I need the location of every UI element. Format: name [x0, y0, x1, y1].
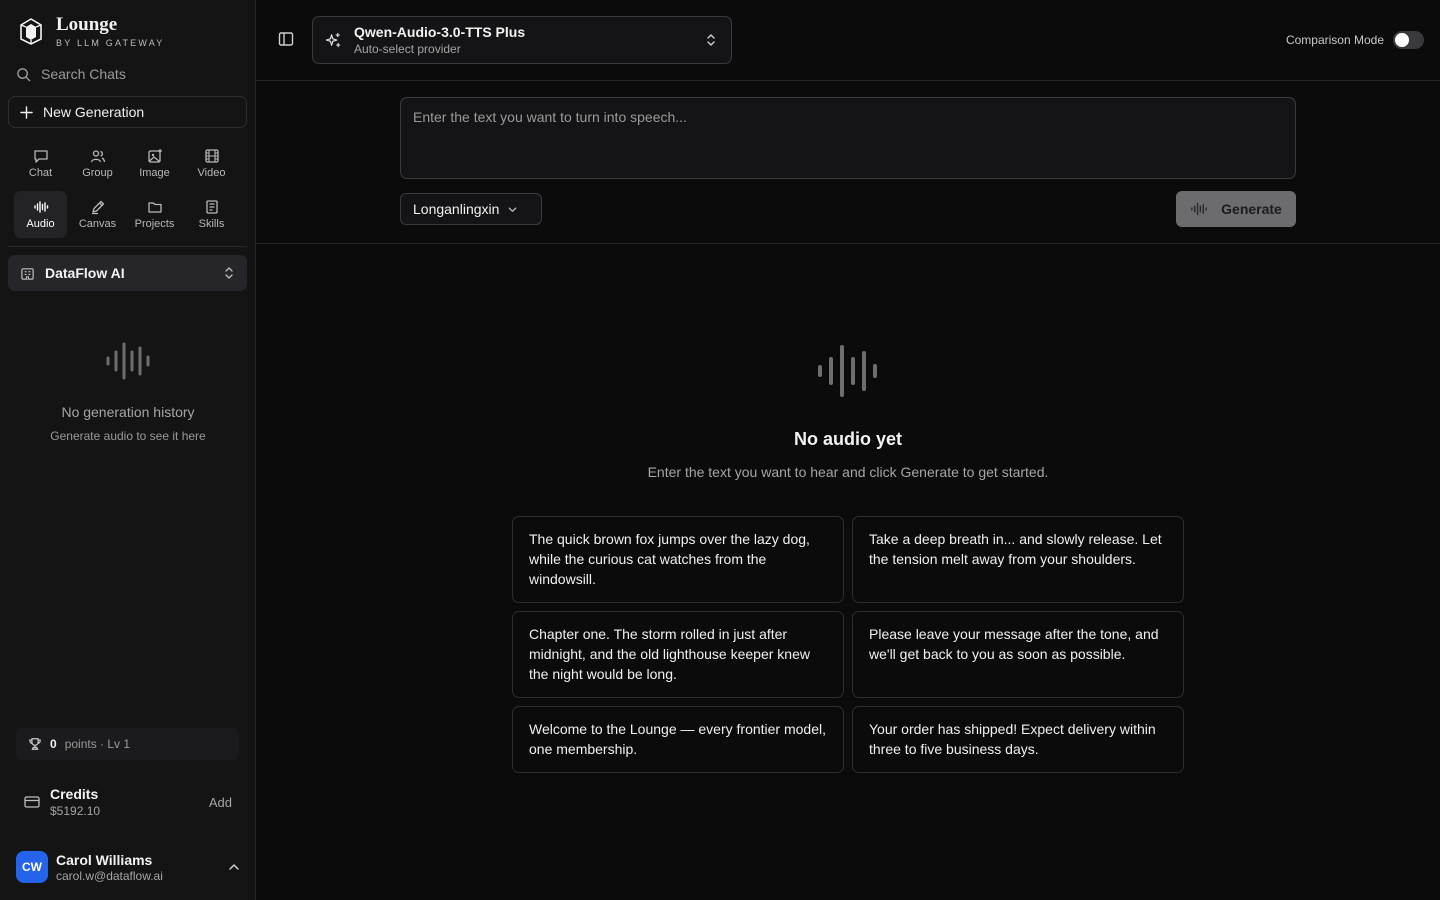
composer: Longanlingxin Generate — [256, 81, 1440, 244]
credits-amount: $5192.10 — [50, 804, 101, 818]
mode-audio[interactable]: Audio — [14, 191, 67, 238]
brand[interactable]: Lounge BY LLM GATEWAY — [18, 14, 165, 48]
speech-text-input[interactable] — [400, 97, 1296, 179]
history-empty-subtitle: Generate audio to see it here — [50, 429, 206, 443]
user-name: Carol Williams — [56, 851, 153, 868]
credits-panel: Credits $5192.10 Add — [24, 786, 232, 818]
audio-icon — [33, 201, 48, 213]
points-value: 0 — [50, 737, 57, 751]
canvas-icon — [91, 200, 104, 215]
comparison-mode-toggle[interactable] — [1393, 31, 1424, 49]
folder-icon — [147, 202, 162, 213]
voice-name: Longanlingxin — [413, 201, 500, 217]
user-email: carol.w@dataflow.ai — [56, 868, 163, 883]
mode-label: Skills — [198, 218, 225, 230]
empty-state-title: No audio yet — [793, 429, 902, 449]
toggle-knob — [1395, 33, 1409, 47]
mode-canvas[interactable]: Canvas — [71, 191, 124, 238]
model-provider: Auto-select provider — [354, 42, 461, 56]
user-menu[interactable]: CW Carol Williams carol.w@dataflow.ai — [16, 851, 240, 883]
audio-waveform-icon — [818, 345, 877, 397]
mode-label: Canvas — [78, 218, 117, 230]
mode-label: Chat — [28, 167, 53, 179]
search-chats-label: Search Chats — [41, 66, 126, 82]
comparison-mode: Comparison Mode — [1286, 31, 1424, 49]
credit-card-icon — [24, 796, 40, 808]
sample-prompts: The quick brown fox jumps over the lazy … — [512, 516, 1184, 773]
building-icon — [21, 267, 34, 280]
mode-label: Audio — [26, 218, 55, 230]
sample-prompt-card[interactable]: Your order has shipped! Expect delivery … — [852, 706, 1184, 773]
mode-grid: Chat Group Image Video Audio Canvas Proj… — [14, 140, 242, 238]
sparkles-icon — [325, 32, 341, 47]
plus-icon — [20, 105, 33, 119]
history-empty-title: No generation history — [61, 404, 195, 420]
comparison-mode-label: Comparison Mode — [1285, 33, 1384, 47]
chevron-down-icon — [509, 206, 517, 212]
history-empty-state: No generation history Generate audio to … — [0, 340, 256, 443]
image-icon — [147, 149, 162, 163]
audio-waveform-icon — [1191, 202, 1207, 216]
avatar: CW — [16, 851, 48, 883]
chat-icon — [33, 150, 48, 163]
empty-state-subtitle: Enter the text you want to hear and clic… — [647, 464, 1049, 480]
sample-prompt-card[interactable]: Take a deep breath in... and slowly rele… — [852, 516, 1184, 603]
new-generation-label: New Generation — [43, 104, 145, 120]
sample-prompt-card[interactable]: Welcome to the Lounge — every frontier m… — [512, 706, 844, 773]
new-generation-button[interactable]: New Generation — [8, 96, 247, 128]
mode-label: Video — [197, 167, 226, 179]
mode-label: Projects — [134, 218, 175, 230]
sample-prompt-card[interactable]: The quick brown fox jumps over the lazy … — [512, 516, 844, 603]
mode-skills[interactable]: Skills — [185, 191, 238, 238]
main-area: Qwen-Audio-3.0-TTS Plus Auto-select prov… — [256, 0, 1440, 900]
group-icon — [90, 150, 105, 163]
top-bar: Qwen-Audio-3.0-TTS Plus Auto-select prov… — [256, 0, 1440, 81]
video-icon — [204, 149, 219, 163]
points-badge[interactable]: 0 points · Lv 1 — [16, 728, 239, 760]
sidebar-toggle-icon — [278, 32, 294, 46]
brand-subtitle: BY LLM GATEWAY — [56, 38, 165, 48]
voice-selector[interactable]: Longanlingxin — [400, 193, 542, 225]
brand-name: Lounge — [56, 14, 118, 35]
org-switcher[interactable]: DataFlow AI — [8, 255, 247, 291]
search-icon — [17, 67, 31, 81]
sidebar: Lounge BY LLM GATEWAY Search Chats New G… — [0, 0, 256, 900]
app-root: Lounge BY LLM GATEWAY Search Chats New G… — [0, 0, 1440, 900]
chevron-up-icon — [229, 864, 239, 870]
model-name: Qwen-Audio-3.0-TTS Plus — [354, 24, 526, 40]
mode-chat[interactable]: Chat — [14, 140, 67, 187]
mode-image[interactable]: Image — [128, 140, 181, 187]
chevron-up-down-icon — [225, 267, 233, 279]
sidebar-divider — [8, 246, 247, 247]
audio-waveform-icon — [106, 342, 150, 380]
chevron-up-down-icon — [707, 34, 715, 46]
generate-label: Generate — [1221, 201, 1282, 217]
org-name: DataFlow AI — [45, 265, 125, 281]
search-chats[interactable]: Search Chats — [16, 66, 126, 82]
audio-empty-state: No audio yet Enter the text you want to … — [256, 343, 1440, 480]
points-label: points · Lv 1 — [64, 737, 131, 751]
trophy-icon — [29, 738, 41, 750]
add-credits-button[interactable]: Add — [209, 795, 232, 810]
sample-prompt-card[interactable]: Chapter one. The storm rolled in just af… — [512, 611, 844, 698]
mode-group[interactable]: Group — [71, 140, 124, 187]
mode-label: Image — [139, 167, 170, 179]
generate-button[interactable]: Generate — [1176, 191, 1296, 227]
mode-label: Group — [82, 167, 113, 179]
lounge-logo-icon — [20, 18, 42, 45]
skills-icon — [205, 200, 218, 214]
toggle-sidebar-button[interactable] — [278, 31, 294, 52]
mode-projects[interactable]: Projects — [128, 191, 181, 238]
mode-video[interactable]: Video — [185, 140, 238, 187]
sample-prompt-card[interactable]: Please leave your message after the tone… — [852, 611, 1184, 698]
credits-label: Credits — [50, 786, 99, 802]
model-selector[interactable]: Qwen-Audio-3.0-TTS Plus Auto-select prov… — [312, 16, 732, 64]
